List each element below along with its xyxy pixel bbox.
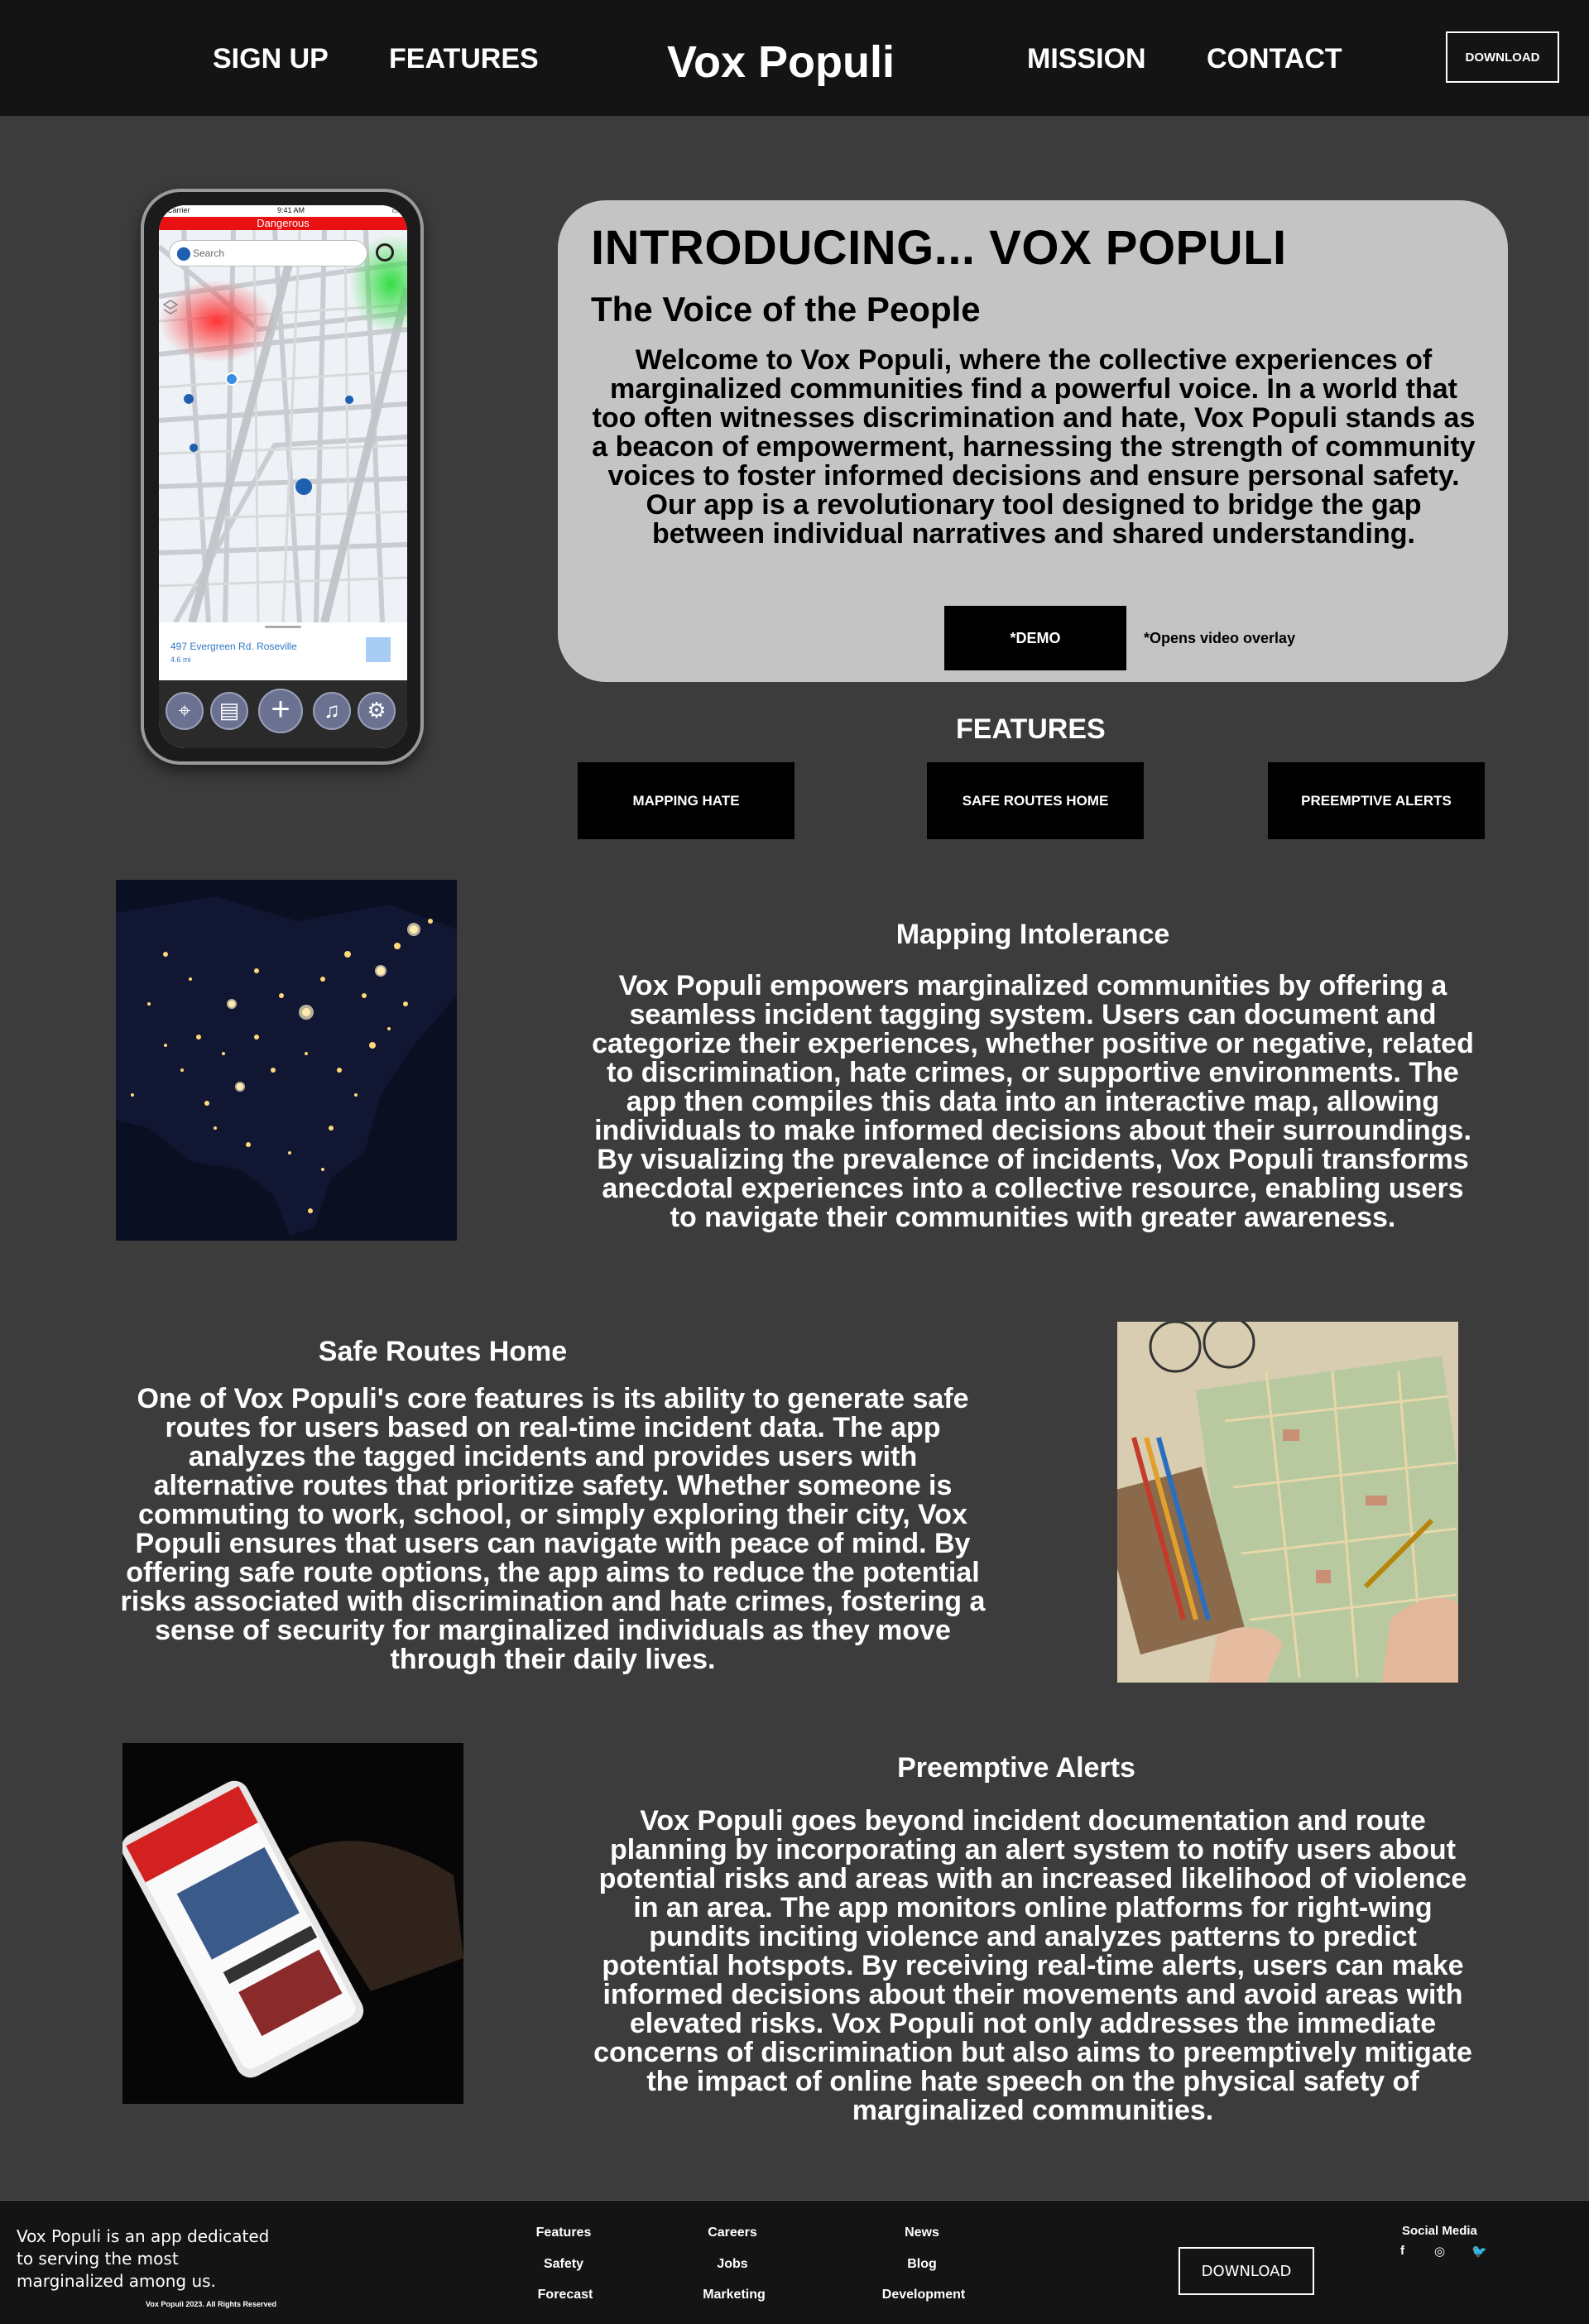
footer-link-jobs[interactable]: Jobs <box>674 2257 790 2272</box>
facebook-icon[interactable]: f <box>1400 2244 1404 2258</box>
safe-routes-button[interactable]: SAFE ROUTES HOME <box>927 762 1144 839</box>
footer-link-development[interactable]: Development <box>866 2288 982 2302</box>
location-info-panel[interactable]: 497 Evergreen Rd. Roseville 4.6 mi <box>159 622 407 680</box>
location-distance: 4.6 mi <box>170 655 191 664</box>
demo-note: *Opens video overlay <box>1144 630 1296 646</box>
nav-mission[interactable]: MISSION <box>1027 43 1146 75</box>
intro-body: Welcome to Vox Populi, where the collect… <box>592 344 1476 550</box>
brand-logo[interactable]: Vox Populi <box>667 36 895 88</box>
night-lights-image <box>116 880 457 1241</box>
intro-title: INTRODUCING... VOX POPULI <box>591 221 1287 275</box>
social-media-heading: Social Media <box>1402 2224 1477 2238</box>
phone-status-bar: Carrier 9:41 AM ▭ <box>159 205 407 217</box>
phone-map[interactable]: ⬤ Search <box>159 230 407 622</box>
footer-link-features[interactable]: Features <box>506 2226 622 2240</box>
phone-mockup: Carrier 9:41 AM ▭ Dangerous ⬤ Search 497… <box>141 189 424 765</box>
phone-time: 9:41 AM <box>276 206 305 214</box>
drag-handle[interactable] <box>265 626 301 628</box>
search-icon[interactable] <box>376 243 394 262</box>
mapping-hate-button[interactable]: MAPPING HATE <box>578 762 794 839</box>
location-pin-icon: ⬤ <box>176 247 191 261</box>
footer-link-careers[interactable]: Careers <box>674 2226 790 2240</box>
us-night-lights-map <box>116 880 457 1241</box>
locate-icon[interactable]: ⌖ <box>166 692 204 730</box>
nav-download-button[interactable]: DOWNLOAD <box>1446 31 1559 83</box>
intro-card: INTRODUCING... VOX POPULI The Voice of t… <box>558 200 1508 682</box>
safe-routes-body: One of Vox Populi's core features is its… <box>120 1383 986 1675</box>
phone-news-image <box>122 1743 463 2104</box>
map-search-input[interactable]: ⬤ Search <box>169 240 367 266</box>
preemptive-alerts-title: Preemptive Alerts <box>897 1752 1135 1784</box>
paper-map-photo <box>1117 1322 1458 1683</box>
map-planning-image <box>1117 1322 1458 1683</box>
mapping-intolerance-title: Mapping Intolerance <box>895 919 1170 950</box>
phone-tab-bar: ⌖ ▤ + ♫ ⚙ <box>159 680 407 748</box>
footer-link-marketing[interactable]: Marketing <box>676 2288 792 2302</box>
bell-icon[interactable]: ♫ <box>313 692 351 730</box>
demo-button[interactable]: *DEMO <box>944 606 1126 670</box>
mapping-intolerance-body: Vox Populi empowers marginalized communi… <box>592 970 1474 1233</box>
search-placeholder: Search <box>193 247 225 259</box>
phone-screen: Carrier 9:41 AM ▭ Dangerous ⬤ Search 497… <box>159 205 407 748</box>
add-icon[interactable]: + <box>258 689 303 733</box>
preemptive-alerts-button[interactable]: PREEMPTIVE ALERTS <box>1268 762 1485 839</box>
safe-routes-title: Safe Routes Home <box>318 1336 568 1367</box>
nav-features[interactable]: FEATURES <box>389 43 539 75</box>
footer-download-button[interactable]: DOWNLOAD <box>1179 2247 1314 2295</box>
instagram-icon[interactable]: ◎ <box>1434 2244 1445 2259</box>
twitter-icon[interactable]: 🐦 <box>1471 2244 1487 2259</box>
nav-sign-up[interactable]: SIGN UP <box>213 43 329 75</box>
location-address: 497 Evergreen Rd. Roseville <box>170 641 297 652</box>
footer-link-blog[interactable]: Blog <box>864 2257 980 2272</box>
intro-subtitle: The Voice of the People <box>591 290 981 329</box>
footer-about: Vox Populi is an app dedicated to servin… <box>17 2226 270 2291</box>
battery-icon: ▭ <box>391 206 399 214</box>
nav-contact[interactable]: CONTACT <box>1207 43 1342 75</box>
footer-copyright: Vox Populi 2023. All Rights Reserved <box>146 2300 277 2308</box>
footer: Vox Populi is an app dedicated to servin… <box>0 2200 1589 2324</box>
hand-holding-phone-photo <box>122 1743 463 2104</box>
danger-banner: Dangerous <box>159 217 407 230</box>
gear-icon[interactable]: ⚙ <box>358 692 396 730</box>
street-map <box>159 230 407 622</box>
footer-link-forecast[interactable]: Forecast <box>507 2288 623 2302</box>
report-icon[interactable]: ▤ <box>210 692 248 730</box>
location-thumbnail <box>366 637 391 662</box>
footer-link-safety[interactable]: Safety <box>506 2257 622 2272</box>
features-heading: FEATURES <box>956 713 1106 745</box>
top-nav: SIGN UP FEATURES Vox Populi MISSION CONT… <box>0 0 1589 116</box>
phone-carrier: Carrier <box>167 206 190 214</box>
preemptive-alerts-body: Vox Populi goes beyond incident document… <box>593 1805 1472 2126</box>
footer-link-news[interactable]: News <box>864 2226 980 2240</box>
